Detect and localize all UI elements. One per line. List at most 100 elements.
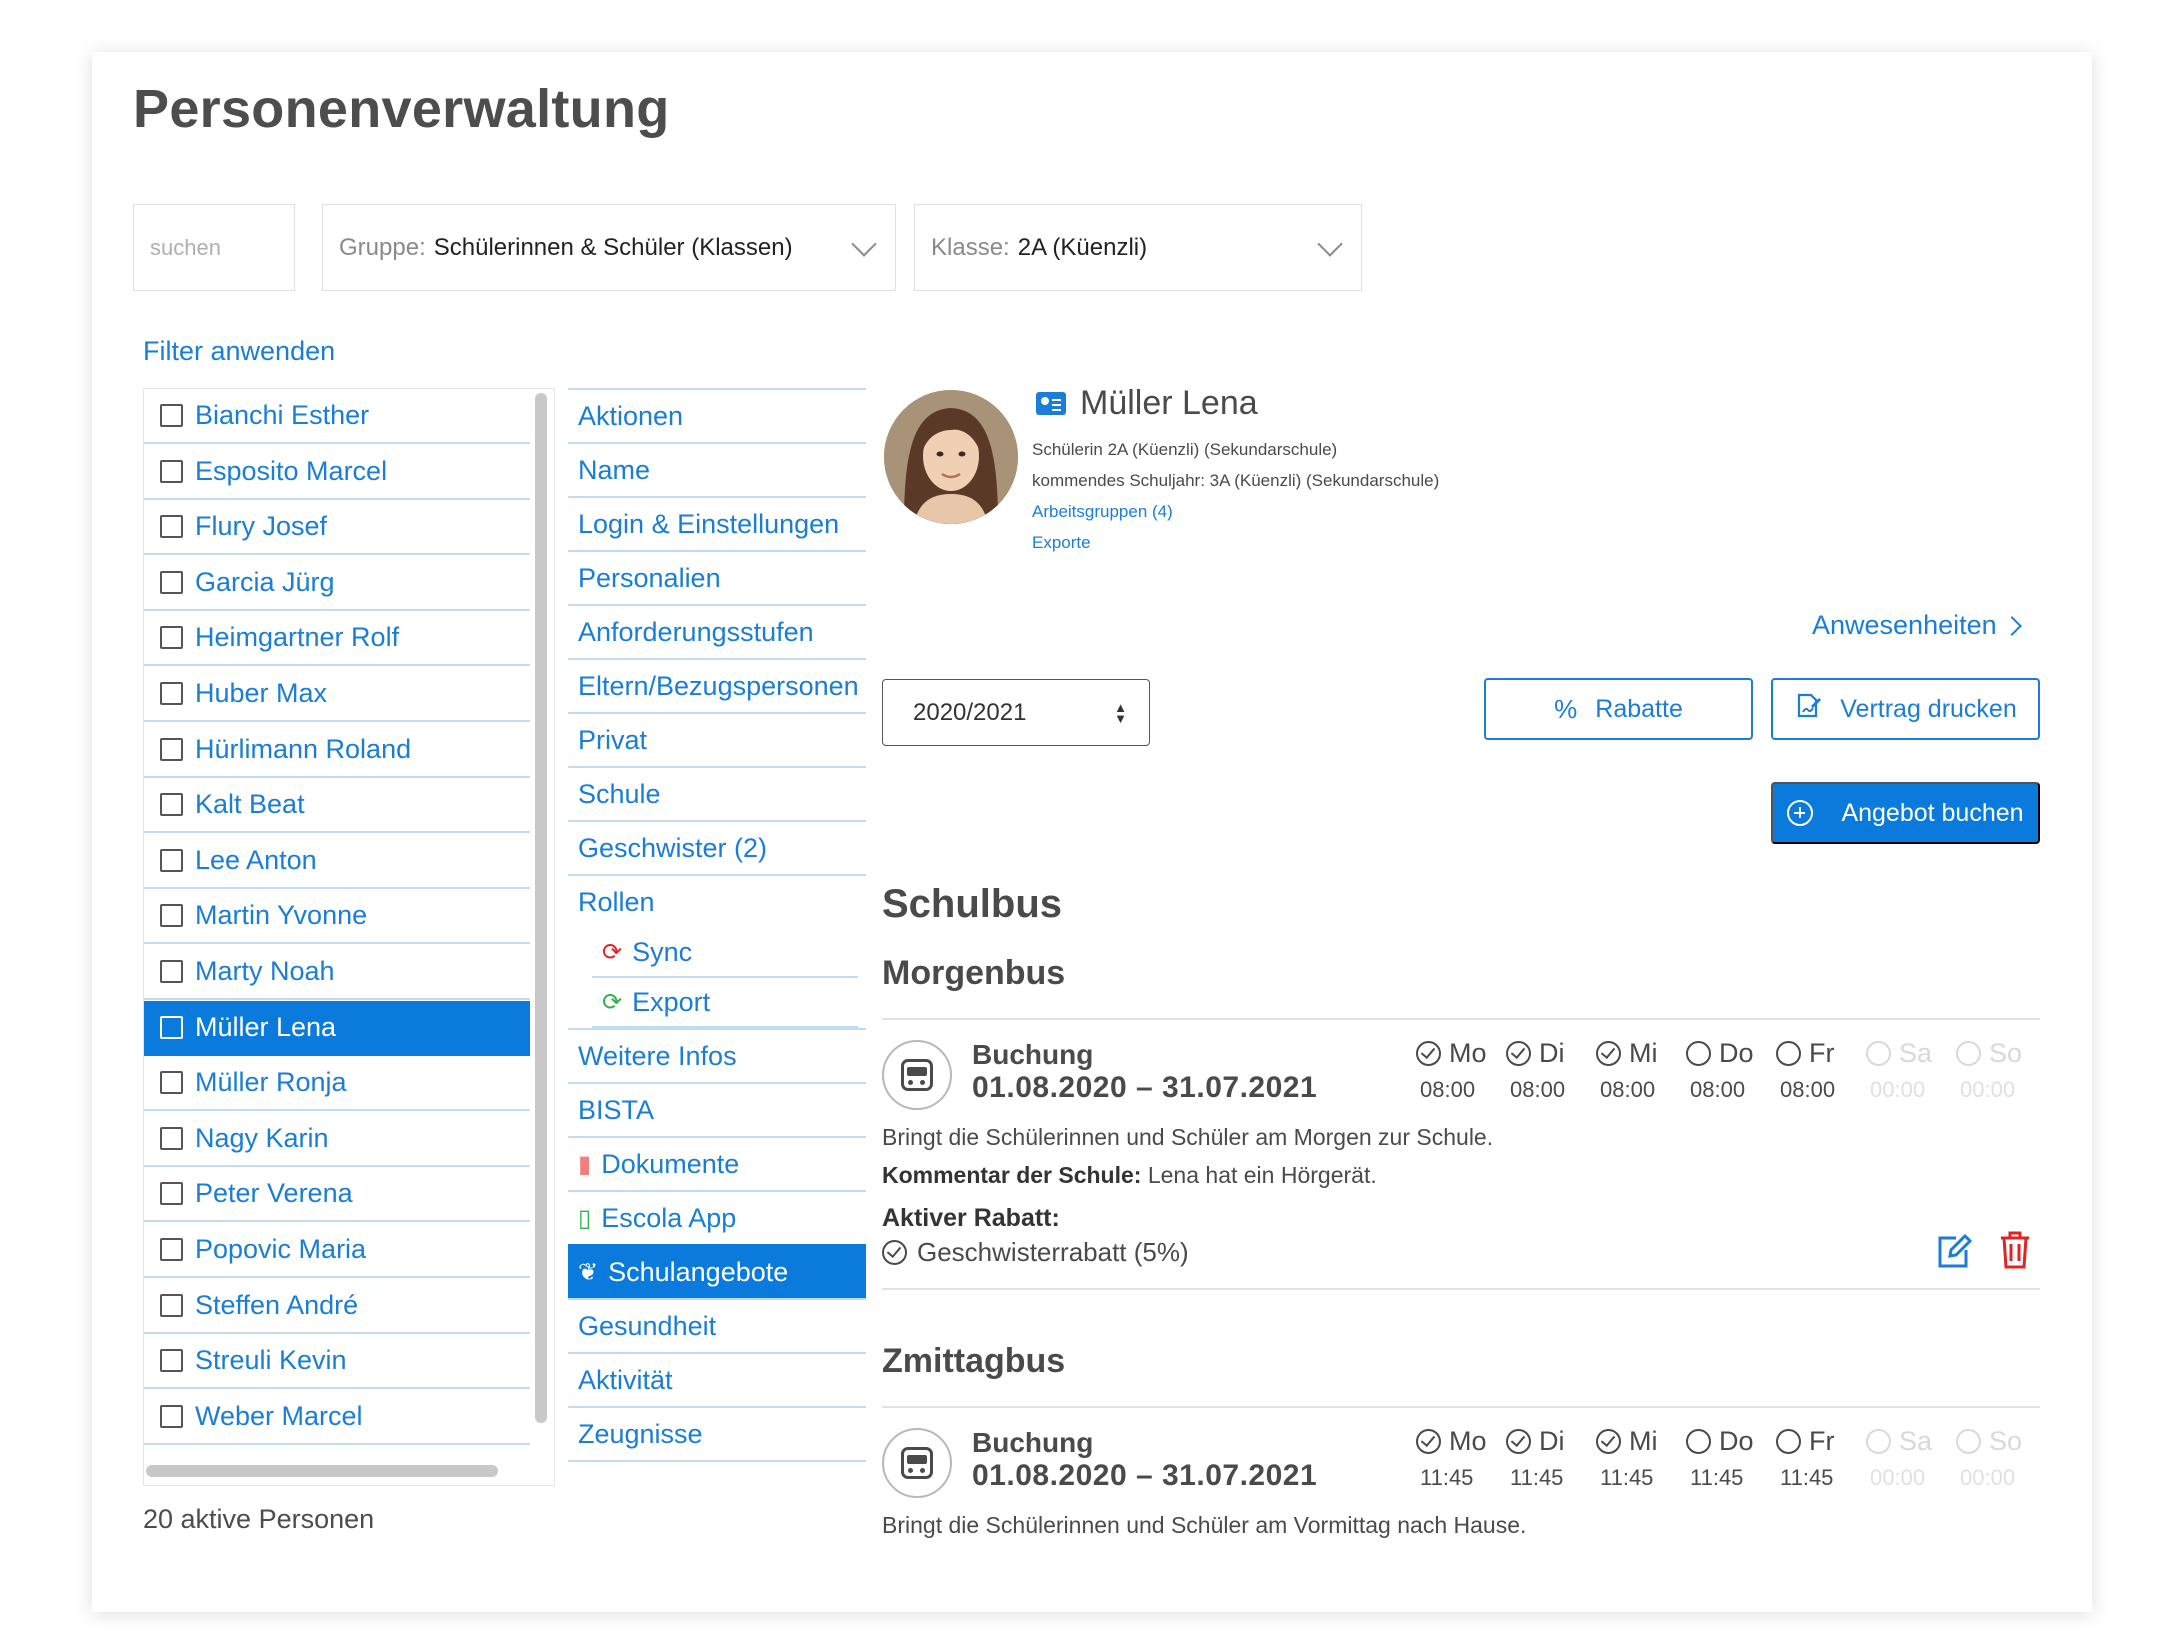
weekday-time: 11:45 bbox=[1420, 1465, 1474, 1490]
menu-item-zeugnisse[interactable]: Zeugnisse bbox=[568, 1406, 866, 1460]
weekday-so: So 00:00 bbox=[1956, 1038, 2036, 1103]
menu-item-escola-app[interactable]: ▯ Escola App bbox=[568, 1190, 866, 1244]
checkbox[interactable] bbox=[160, 793, 183, 816]
apply-filter-link[interactable]: Filter anwenden bbox=[143, 336, 335, 367]
menu-item-personalien[interactable]: Personalien bbox=[568, 550, 866, 604]
menu-item-weitere-infos[interactable]: Weitere Infos bbox=[568, 1028, 866, 1082]
search-field[interactable] bbox=[133, 204, 295, 291]
list-item[interactable]: Heimgartner Rolf bbox=[144, 611, 530, 666]
menu-item-rollen[interactable]: Rollen bbox=[568, 874, 866, 928]
booking-date-range: 01.08.2020 – 31.07.2021 bbox=[972, 1071, 1318, 1104]
weekday-do: Do 08:00 bbox=[1686, 1038, 1766, 1103]
checkbox[interactable] bbox=[160, 460, 183, 483]
checkbox[interactable] bbox=[160, 1405, 183, 1428]
attendance-link[interactable]: Anwesenheiten bbox=[1812, 610, 2022, 641]
check-circle-icon bbox=[1596, 1429, 1621, 1454]
checkbox[interactable] bbox=[160, 1127, 183, 1150]
book-offer-button[interactable]: Angebot buchen bbox=[1771, 782, 2040, 844]
vertical-scrollbar[interactable] bbox=[535, 393, 547, 1423]
list-item[interactable]: Lee Anton bbox=[144, 834, 530, 889]
checkbox[interactable] bbox=[160, 1071, 183, 1094]
checkbox[interactable] bbox=[160, 571, 183, 594]
menu-item-label: BISTA bbox=[578, 1094, 655, 1125]
horizontal-scrollbar[interactable] bbox=[146, 1465, 498, 1477]
checkbox[interactable] bbox=[160, 682, 183, 705]
offer-description: Bringt die Schülerinnen und Schüler am V… bbox=[882, 1512, 1527, 1538]
checkbox[interactable] bbox=[160, 849, 183, 872]
list-item[interactable]: Marty Noah bbox=[144, 945, 530, 1000]
search-input[interactable] bbox=[150, 234, 294, 261]
checkbox[interactable] bbox=[160, 904, 183, 927]
list-item[interactable]: Nagy Karin bbox=[144, 1112, 530, 1167]
checkbox[interactable] bbox=[160, 626, 183, 649]
list-item[interactable]: Kalt Beat bbox=[144, 778, 530, 833]
list-item[interactable]: Streuli Kevin bbox=[144, 1334, 530, 1389]
checkbox[interactable] bbox=[160, 404, 183, 427]
menu-item-geschwister-2[interactable]: Geschwister (2) bbox=[568, 820, 866, 874]
list-item[interactable]: Müller Lena bbox=[144, 1001, 530, 1056]
checkbox[interactable] bbox=[160, 1238, 183, 1261]
checkbox[interactable] bbox=[160, 1349, 183, 1372]
circle-icon bbox=[1686, 1429, 1711, 1454]
edit-icon[interactable] bbox=[1934, 1232, 1974, 1275]
list-item[interactable]: Garcia Jürg bbox=[144, 556, 530, 611]
weekday-label: So bbox=[1956, 1426, 2036, 1457]
list-item[interactable]: Flury Josef bbox=[144, 500, 530, 555]
trash-icon[interactable] bbox=[1998, 1230, 2032, 1275]
menu-item-aktivität[interactable]: Aktivität bbox=[568, 1352, 866, 1406]
menu-item-gesundheit[interactable]: Gesundheit bbox=[568, 1298, 866, 1352]
class-select[interactable]: Klasse: 2A (Küenzli) bbox=[914, 204, 1362, 291]
menu-item-eltern-bezugspersonen[interactable]: Eltern/Bezugspersonen bbox=[568, 658, 866, 712]
menu-item-anforderungsstufen[interactable]: Anforderungsstufen bbox=[568, 604, 866, 658]
list-item[interactable]: Huber Max bbox=[144, 667, 530, 722]
list-item[interactable]: Weber Marcel bbox=[144, 1390, 530, 1445]
print-contract-button[interactable]: Vertrag drucken bbox=[1771, 678, 2040, 740]
menu-item-label: Login & Einstellungen bbox=[578, 508, 840, 539]
menu-item-schulangebote[interactable]: ❦ Schulangebote bbox=[568, 1244, 866, 1298]
menu-item-export[interactable]: ⟳ Export bbox=[592, 978, 858, 1028]
school-year-select[interactable]: 2020/2021 ▲ ▼ bbox=[882, 679, 1150, 746]
list-item[interactable]: Hürlimann Roland bbox=[144, 723, 530, 778]
weekday-di: Di 11:45 bbox=[1506, 1426, 1586, 1491]
menu-item-name[interactable]: Name bbox=[568, 442, 866, 496]
checkbox[interactable] bbox=[160, 738, 183, 761]
exports-link[interactable]: Exporte bbox=[1032, 533, 1091, 553]
bus-icon bbox=[882, 1428, 952, 1498]
checkbox[interactable] bbox=[160, 515, 183, 538]
group-select-label: Gruppe bbox=[339, 233, 420, 261]
list-item[interactable]: Peter Verena bbox=[144, 1167, 530, 1222]
checkbox[interactable] bbox=[160, 960, 183, 983]
weekday-label: Do bbox=[1686, 1426, 1766, 1457]
check-circle-icon bbox=[1506, 1429, 1531, 1454]
chevron-down-icon bbox=[1317, 231, 1343, 257]
menu-item-privat[interactable]: Privat bbox=[568, 712, 866, 766]
circle-icon bbox=[1776, 1429, 1801, 1454]
menu-item-schule[interactable]: Schule bbox=[568, 766, 866, 820]
checkbox[interactable] bbox=[160, 1016, 183, 1039]
menu-item-login-einstellungen[interactable]: Login & Einstellungen bbox=[568, 496, 866, 550]
menu-item-label: Name bbox=[578, 454, 651, 485]
school-comment-label: Kommentar der Schule: bbox=[882, 1162, 1142, 1188]
active-discount-item: Geschwisterrabatt (5%) bbox=[882, 1237, 1189, 1268]
checkbox[interactable] bbox=[160, 1182, 183, 1205]
chevron-right-icon bbox=[2001, 615, 2022, 636]
list-item[interactable]: Esposito Marcel bbox=[144, 445, 530, 500]
discounts-button[interactable]: % Rabatte bbox=[1484, 678, 1753, 740]
list-item[interactable]: Popovic Maria bbox=[144, 1223, 530, 1278]
divider bbox=[568, 1460, 866, 1462]
checkbox[interactable] bbox=[160, 1294, 183, 1317]
menu-item-sync[interactable]: ⟳ Sync bbox=[592, 928, 858, 978]
list-item[interactable]: Bianchi Esther bbox=[144, 389, 530, 444]
menu-item-bista[interactable]: BISTA bbox=[568, 1082, 866, 1136]
work-groups-link[interactable]: Arbeitsgruppen (4) bbox=[1032, 502, 1173, 522]
menu-item-aktionen[interactable]: Aktionen bbox=[568, 388, 866, 442]
circle-icon bbox=[1776, 1041, 1801, 1066]
menu-item-label: Personalien bbox=[578, 562, 721, 593]
list-item[interactable]: Steffen André bbox=[144, 1279, 530, 1334]
sync-icon: ⟳ bbox=[602, 938, 623, 966]
list-item[interactable]: Martin Yvonne bbox=[144, 889, 530, 944]
list-item[interactable]: Müller Ronja bbox=[144, 1056, 530, 1111]
group-select[interactable]: Gruppe: Schülerinnen & Schüler (Klassen) bbox=[322, 204, 896, 291]
book-offer-label: Angebot buchen bbox=[1841, 798, 2024, 827]
menu-item-dokumente[interactable]: ▮ Dokumente bbox=[568, 1136, 866, 1190]
